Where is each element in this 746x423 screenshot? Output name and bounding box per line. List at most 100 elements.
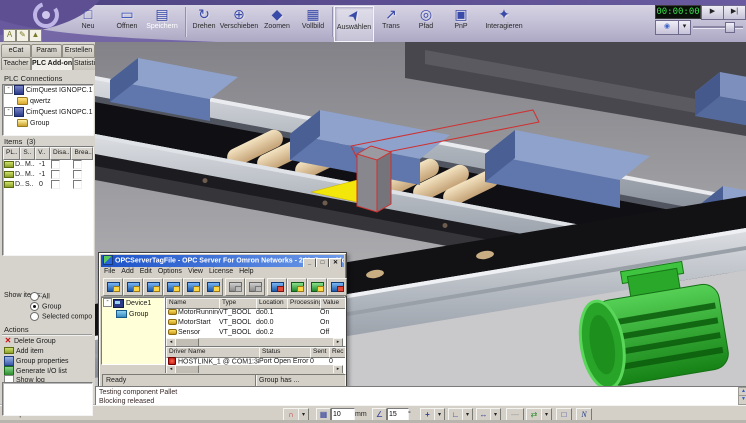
column-header[interactable]: S.. xyxy=(20,147,35,160)
scroll-down-icon[interactable]: ▼ xyxy=(738,395,746,405)
export-button[interactable] xyxy=(203,278,223,296)
message-log-panel[interactable]: Testing component Pallet Blocking releas… xyxy=(95,386,746,407)
log-scrollbar[interactable]: ▲ ▼ xyxy=(738,387,746,404)
pencil-tool-button[interactable]: ✎ xyxy=(16,29,29,42)
pick-place-mode-button[interactable]: PnP xyxy=(444,6,478,40)
menu-help[interactable]: Help xyxy=(239,268,253,275)
plc-connections-tree[interactable]: -CimQuest IGNOPC.1 qwertz -CimQuest IGNO… xyxy=(2,84,94,136)
opc-server-window[interactable]: OPCServerTagFile - OPC Server For Omron … xyxy=(98,252,347,390)
opc-tags-table[interactable]: Name Type Location Processing Value Moto… xyxy=(165,297,346,347)
items-title: Items (3) xyxy=(4,137,36,146)
add-device-button[interactable] xyxy=(287,278,307,296)
new-file-button[interactable] xyxy=(103,278,123,296)
collapse-icon[interactable]: - xyxy=(103,298,112,307)
radio-group[interactable]: Group xyxy=(30,302,92,312)
tab-param[interactable]: Param xyxy=(31,44,62,57)
add-tag-button[interactable] xyxy=(307,278,327,296)
opc-device-tree[interactable]: -Device1 Group xyxy=(101,297,165,365)
path-mode-button[interactable]: Pfad xyxy=(410,6,442,40)
group-icon xyxy=(116,310,127,318)
disable-checkbox[interactable] xyxy=(51,170,60,179)
settings-button[interactable] xyxy=(327,278,347,296)
column-header[interactable]: Brea.. xyxy=(71,147,93,160)
opc-title-bar[interactable]: OPCServerTagFile - OPC Server For Omron … xyxy=(101,255,344,267)
save-file-button[interactable] xyxy=(143,278,163,296)
break-checkbox[interactable] xyxy=(73,160,82,169)
menu-add[interactable]: Add xyxy=(121,268,133,275)
library-button[interactable] xyxy=(267,278,287,296)
items-table[interactable]: PL.. S.. V.. Disa.. Brea.. D..M..-1 D..M… xyxy=(2,146,94,256)
translate-mode-button[interactable]: Trans xyxy=(374,6,408,40)
column-header[interactable]: V.. xyxy=(35,147,50,160)
radio-all[interactable]: All xyxy=(30,292,92,302)
tab-statistics[interactable]: Statistics xyxy=(73,57,96,70)
generate-io-list-action[interactable]: Generate I/O list xyxy=(4,366,94,376)
column-header[interactable]: Disa.. xyxy=(50,147,72,160)
item-row[interactable]: D..M..-1 xyxy=(3,170,93,180)
tab-ecat[interactable]: eCat xyxy=(1,44,31,57)
new-button[interactable]: Neu xyxy=(70,6,106,40)
simulation-speed-slider[interactable] xyxy=(693,21,743,32)
menu-options[interactable]: Options xyxy=(158,268,182,275)
tree-node-qwertz[interactable]: qwertz xyxy=(3,96,93,107)
driver-horizontal-scrollbar[interactable]: ◂▸ xyxy=(166,365,343,373)
radio-icon[interactable] xyxy=(30,312,39,321)
item-row[interactable]: D..S..0 xyxy=(3,180,93,190)
menu-license[interactable]: License xyxy=(209,268,233,275)
open-file-button[interactable] xyxy=(123,278,143,296)
fit-view-button[interactable]: Vollbild xyxy=(295,6,331,40)
rotate-view-button[interactable]: Drehen xyxy=(187,6,221,40)
maximize-button[interactable]: □ xyxy=(316,258,329,267)
select-mode-button[interactable]: Auswählen xyxy=(334,6,374,42)
collapse-icon[interactable]: - xyxy=(4,85,13,94)
tab-teacher[interactable]: Teacher xyxy=(1,57,31,70)
tab-erstellen[interactable]: Erstellen xyxy=(62,44,95,57)
radio-selected-components[interactable]: Selected compo xyxy=(30,312,92,322)
record-options-dropdown[interactable] xyxy=(678,20,691,35)
item-row[interactable]: D..M..-1 xyxy=(3,160,93,170)
tree-node-group[interactable]: Group xyxy=(3,118,93,129)
monitor-button[interactable] xyxy=(225,278,245,296)
select-cursor-icon xyxy=(335,7,373,23)
break-checkbox[interactable] xyxy=(73,170,82,179)
step-button[interactable]: ▶| xyxy=(723,5,746,20)
record-button[interactable] xyxy=(655,20,679,35)
tree-node-group[interactable]: Group xyxy=(102,309,164,320)
radio-icon-selected[interactable] xyxy=(30,302,39,311)
import-button[interactable] xyxy=(183,278,203,296)
group-properties-action[interactable]: Group properties xyxy=(4,356,94,366)
measure-tool-button[interactable]: ▲ xyxy=(29,29,42,42)
annotation-tool-button[interactable]: A xyxy=(3,29,16,42)
minimize-button[interactable]: _ xyxy=(303,258,316,267)
radio-icon[interactable] xyxy=(30,292,39,301)
add-item-action[interactable]: Add item xyxy=(4,347,94,357)
menu-edit[interactable]: Edit xyxy=(140,268,152,275)
interact-mode-button[interactable]: Interagieren xyxy=(480,6,528,40)
slider-thumb[interactable] xyxy=(725,22,735,33)
disable-checkbox[interactable] xyxy=(51,160,60,169)
properties-icon xyxy=(4,356,14,366)
tree-node-device1[interactable]: -Device1 xyxy=(102,298,164,309)
column-header[interactable]: PL.. xyxy=(3,147,20,160)
print-button[interactable] xyxy=(245,278,265,296)
collapse-icon[interactable]: - xyxy=(4,107,13,116)
items-table-header: PL.. S.. V.. Disa.. Brea.. xyxy=(3,147,93,160)
close-button[interactable]: ✕ xyxy=(329,258,342,267)
delete-group-action[interactable]: ✕Delete Group xyxy=(4,337,94,347)
tab-plc-addon[interactable]: PLC Add-on xyxy=(31,57,73,70)
tags-horizontal-scrollbar[interactable]: ◂▸ xyxy=(166,338,343,346)
disable-checkbox[interactable] xyxy=(51,180,60,189)
break-checkbox[interactable] xyxy=(73,180,82,189)
play-button[interactable]: ▶ xyxy=(701,5,724,20)
new-icon xyxy=(70,6,106,22)
zoom-view-button[interactable]: Zoomen xyxy=(258,6,296,40)
save-button[interactable]: Speichern xyxy=(140,6,184,40)
menu-view[interactable]: View xyxy=(188,268,203,275)
opc-driver-table[interactable]: Driver Name Status Sent Rec HOSTLINK_1 @… xyxy=(165,346,346,374)
save-as-button[interactable] xyxy=(163,278,183,296)
tree-node-opc-server-1[interactable]: -CimQuest IGNOPC.1 xyxy=(3,85,93,96)
menu-file[interactable]: File xyxy=(104,268,115,275)
translate-icon xyxy=(374,6,408,22)
tree-node-opc-server-2[interactable]: -CimQuest IGNOPC.1 xyxy=(3,107,93,118)
pan-view-button[interactable]: Verschieben xyxy=(218,6,260,40)
